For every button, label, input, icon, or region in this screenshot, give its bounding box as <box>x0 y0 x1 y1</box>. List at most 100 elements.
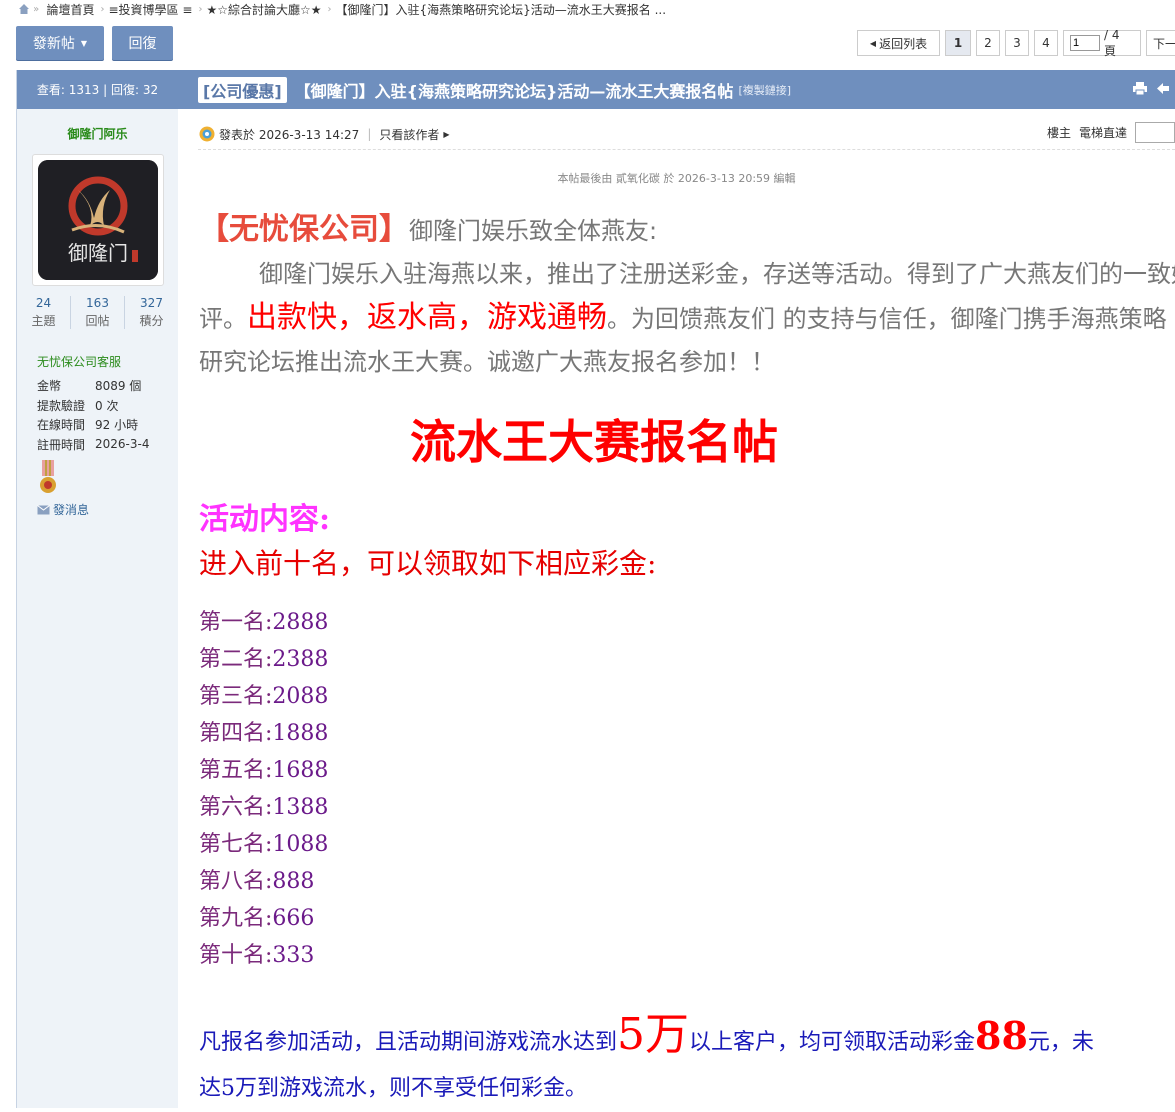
avatar-image: 御隆门 <box>37 160 158 280</box>
post-actions: 發新帖 ▼ 回復 <box>16 26 173 60</box>
rank-value: 1088 <box>272 832 329 857</box>
stat-points[interactable]: 327 積分 <box>125 296 178 329</box>
threshold-amount: 5万 <box>617 1009 690 1060</box>
info-key: 在線時間 <box>37 418 86 433</box>
edit-notice: 本帖最後由 貳氧化碳 於 2026-3-13 20:59 編輯 <box>557 172 796 185</box>
paragraph-b: 评。出款快，返水高，游戏通畅。为回馈燕友们 的支持与信任，御隆门携手海燕策略 <box>199 296 1175 341</box>
rank-value: 333 <box>272 943 315 968</box>
author-info: 金幣 8089 個 提款驗證 0 次 在線時間 92 小時 註冊時間 2026-3-4 <box>37 376 178 454</box>
post-content: 【无忧保公司】御隆门娱乐致全体燕友: 御隆门娱乐入驻海燕以来，推出了注册送彩金，… <box>199 208 1175 1112</box>
page-2[interactable]: 2 <box>976 30 1000 56</box>
send-message-link[interactable]: 發消息 <box>37 501 178 518</box>
rank-value: 666 <box>272 906 315 931</box>
info-row: 在線時間 92 小時 <box>37 415 178 435</box>
breadcrumb-item-forum[interactable]: ★☆綜合討論大廳☆★ <box>206 1 321 18</box>
page-1[interactable]: 1 <box>945 30 971 56</box>
home-icon[interactable] <box>18 3 30 15</box>
list-item: 第七名:1088 <box>199 826 1175 863</box>
author-name[interactable]: 御隆门阿乐 <box>17 125 178 142</box>
bonus-amount: 88 <box>975 1013 1028 1058</box>
new-post-label: 發新帖 <box>32 36 75 52</box>
avatar[interactable]: 御隆门 <box>31 154 164 286</box>
info-value: 92 小時 <box>95 418 139 433</box>
reply-button[interactable]: 回復 <box>112 26 173 60</box>
page-3[interactable]: 3 <box>1005 30 1029 56</box>
stat-posts[interactable]: 163 回帖 <box>71 296 125 329</box>
envelope-icon <box>37 504 50 514</box>
list-item: 第四名:1888 <box>199 715 1175 752</box>
back-arrow-icon[interactable] <box>1157 82 1169 95</box>
rank-value: 2388 <box>272 647 329 672</box>
greeting-line: 【无忧保公司】御隆门娱乐致全体燕友: <box>199 208 1175 253</box>
rank-label: 第八名: <box>199 869 273 894</box>
rank-label: 第五名: <box>199 758 273 783</box>
back-to-list-button[interactable]: ◀ 返回列表 <box>857 30 940 56</box>
info-row: 提款驗證 0 次 <box>37 396 178 416</box>
list-item: 第十名:333 <box>199 937 1175 974</box>
rank-label: 第三名: <box>199 684 273 709</box>
new-post-button[interactable]: 發新帖 ▼ <box>16 26 104 60</box>
rank-value: 2088 <box>272 684 329 709</box>
breadcrumb-separator: › <box>327 3 332 15</box>
activity-subheading: 进入前十名，可以领取如下相应彩金: <box>199 547 657 580</box>
rank-label: 第九名: <box>199 906 273 931</box>
activity-heading: 活动内容: <box>199 502 331 537</box>
thread-category-tag[interactable]: [公司優惠] <box>198 76 287 103</box>
list-item: 第八名:888 <box>199 863 1175 900</box>
rules-text: 以上客户，均可领取活动彩金 <box>689 1030 976 1055</box>
paragraph-b-start: 评。 <box>199 305 247 333</box>
rules-line-2: 达5万到游戏流水，则不享受任何彩金。 <box>199 1076 587 1101</box>
medal-icon[interactable] <box>38 460 58 494</box>
floor-jump-input[interactable] <box>1135 122 1175 143</box>
stat-label: 積分 <box>139 314 164 328</box>
greeting: 御隆门娱乐致全体燕友: <box>409 217 658 245</box>
rank-value: 1888 <box>272 721 329 746</box>
info-row: 金幣 8089 個 <box>37 376 178 396</box>
author-sidebar: 查看: 1313 | 回復: 32 御隆门阿乐 御隆门 24 主題 163 回帖… <box>16 70 178 1108</box>
rules-line-1: 凡报名参加活动，且活动期间游戏流水达到5万以上客户，均可领取活动彩金88元，未 <box>199 1012 1175 1066</box>
rank-label: 第四名: <box>199 721 273 746</box>
stat-label: 回帖 <box>85 314 110 328</box>
header-icons <box>1133 82 1169 95</box>
back-to-list-label: 返回列表 <box>879 36 928 51</box>
post-meta: 發表於 2026-3-13 14:27 | 只看該作者 ▶ 樓主 電梯直達 <box>178 120 1175 148</box>
rank-label: 第一名: <box>199 610 273 635</box>
stat-threads[interactable]: 24 主題 <box>17 296 71 329</box>
next-page-button[interactable]: 下一 <box>1146 30 1175 56</box>
floor-nav: 樓主 電梯直達 <box>1047 122 1175 143</box>
breadcrumb-separator: › <box>198 3 203 15</box>
breadcrumb-item-section[interactable]: ≡投資博學區 ≡ <box>109 1 193 18</box>
breadcrumb-item-thread[interactable]: 【御隆门】入驻{海燕策略研究论坛}活动—流水王大赛报名 ... <box>335 1 666 18</box>
breadcrumb-item-home[interactable]: 論壇首頁 <box>46 1 94 18</box>
copy-link[interactable]: [複製鏈接] <box>738 82 791 98</box>
pagination: ◀ 返回列表 1 2 3 4 / 4 頁 下一 <box>857 27 1175 58</box>
info-key: 提款驗證 <box>37 398 86 413</box>
print-icon[interactable] <box>1133 82 1147 95</box>
info-key: 金幣 <box>37 379 62 394</box>
breadcrumb-separator: » <box>30 3 43 15</box>
paragraph-c: 研究论坛推出流水王大赛。诚邀广大燕友报名参加！！ <box>199 348 775 376</box>
rank-label: 第二名: <box>199 647 273 672</box>
user-group[interactable]: 无忧保公司客服 <box>37 353 178 370</box>
page-total: / 4 頁 <box>1104 27 1120 58</box>
meta-divider-line <box>198 149 1175 150</box>
stat-value: 163 <box>86 296 109 310</box>
floor-label[interactable]: 樓主 <box>1047 124 1071 141</box>
list-item: 第二名:2388 <box>199 641 1175 678</box>
breadcrumb-separator: › <box>100 3 105 15</box>
info-row: 註冊時間 2026-3-4 <box>37 435 178 455</box>
thread-header: [公司優惠] 【御隆门】入驻{海燕策略研究论坛}活动—流水王大赛报名帖 [複製鏈… <box>178 70 1175 109</box>
only-author-link[interactable]: 只看該作者 <box>379 126 439 143</box>
page-jump: / 4 頁 <box>1063 27 1141 58</box>
rules-note: 凡报名参加活动，且活动期间游戏流水达到5万以上客户，均可领取活动彩金88元，未 … <box>199 1012 1175 1112</box>
list-item: 第一名:2888 <box>199 604 1175 641</box>
info-key: 註冊時間 <box>37 437 86 452</box>
page-jump-input[interactable] <box>1070 35 1100 51</box>
info-value: 2026-3-4 <box>95 437 150 452</box>
list-item: 第三名:2088 <box>199 678 1175 715</box>
author-stats: 24 主題 163 回帖 327 積分 <box>17 296 178 329</box>
jump-label: 電梯直達 <box>1078 126 1127 140</box>
list-item: 第九名:666 <box>199 900 1175 937</box>
breadcrumb: » 論壇首頁 › ≡投資博學區 ≡ › ★☆綜合討論大廳☆★ › 【御隆门】入驻… <box>0 0 1175 18</box>
page-4[interactable]: 4 <box>1034 30 1058 56</box>
